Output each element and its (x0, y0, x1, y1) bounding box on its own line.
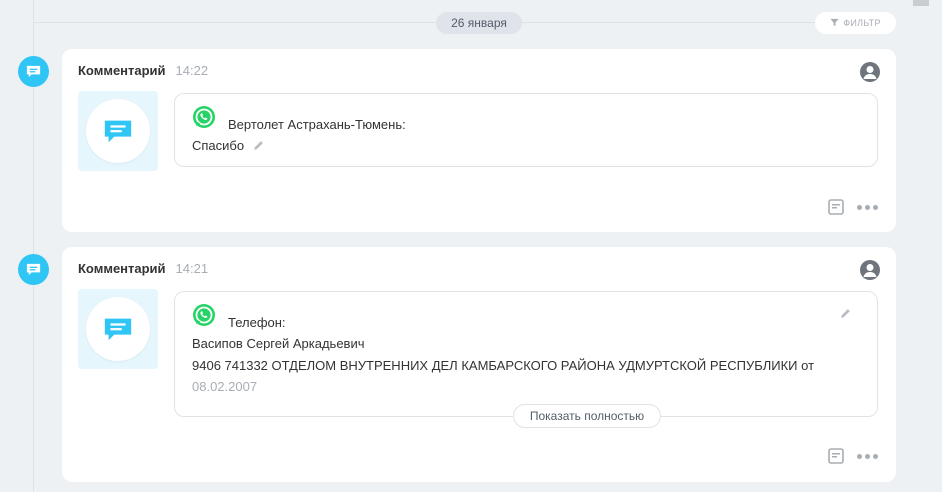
scrollbar-thumb[interactable] (913, 0, 929, 6)
activity-card: Комментарий 14:21 Телефон: Васипов Серге… (62, 247, 896, 482)
comment-icon (18, 254, 49, 285)
card-header: Комментарий 14:21 (78, 261, 208, 276)
pencil-icon[interactable] (252, 139, 265, 155)
filter-button[interactable]: ФИЛЬТР (815, 12, 896, 34)
whatsapp-icon (193, 106, 215, 128)
pencil-icon[interactable] (839, 307, 852, 325)
more-icon[interactable] (857, 204, 878, 210)
filter-icon (830, 18, 839, 29)
comment-icon (104, 120, 132, 143)
show-full-button[interactable]: Показать полностью (513, 404, 661, 428)
note-icon[interactable] (827, 447, 845, 465)
card-title: Комментарий (78, 261, 166, 276)
message-text: Спасибо (192, 138, 265, 155)
note-icon[interactable] (827, 198, 845, 216)
user-icon[interactable] (860, 260, 880, 280)
message-line: 9406 741332 ОТДЕЛОМ ВНУТРЕННИХ ДЕЛ КАМБА… (192, 358, 815, 373)
comment-icon (18, 56, 49, 87)
message-line: Васипов Сергей Аркадьевич (192, 336, 365, 351)
card-header: Комментарий 14:22 (78, 63, 208, 78)
message-source: Вертолет Астрахань-Тюмень: (228, 117, 406, 132)
activity-card: Комментарий 14:22 Вертолет Астрахань-Тюм… (62, 49, 896, 232)
card-actions (827, 447, 878, 465)
comment-thumbnail (78, 91, 158, 171)
card-time: 14:21 (175, 261, 209, 276)
card-title: Комментарий (78, 63, 166, 78)
user-icon[interactable] (860, 62, 880, 82)
card-time: 14:22 (175, 63, 209, 78)
message-source: Телефон: (228, 315, 286, 330)
filter-label: ФИЛЬТР (843, 18, 881, 28)
comment-icon (104, 318, 132, 341)
whatsapp-icon (193, 304, 215, 326)
message-line-faded: 08.02.2007 (192, 379, 258, 394)
more-icon[interactable] (857, 453, 878, 459)
message-box: Телефон: Васипов Сергей Аркадьевич 9406 … (174, 291, 878, 417)
scrollbar-track[interactable] (913, 0, 929, 492)
comment-thumbnail (78, 289, 158, 369)
date-badge: 26 января (436, 12, 522, 34)
message-box: Вертолет Астрахань-Тюмень: Спасибо (174, 93, 878, 167)
card-actions (827, 198, 878, 216)
